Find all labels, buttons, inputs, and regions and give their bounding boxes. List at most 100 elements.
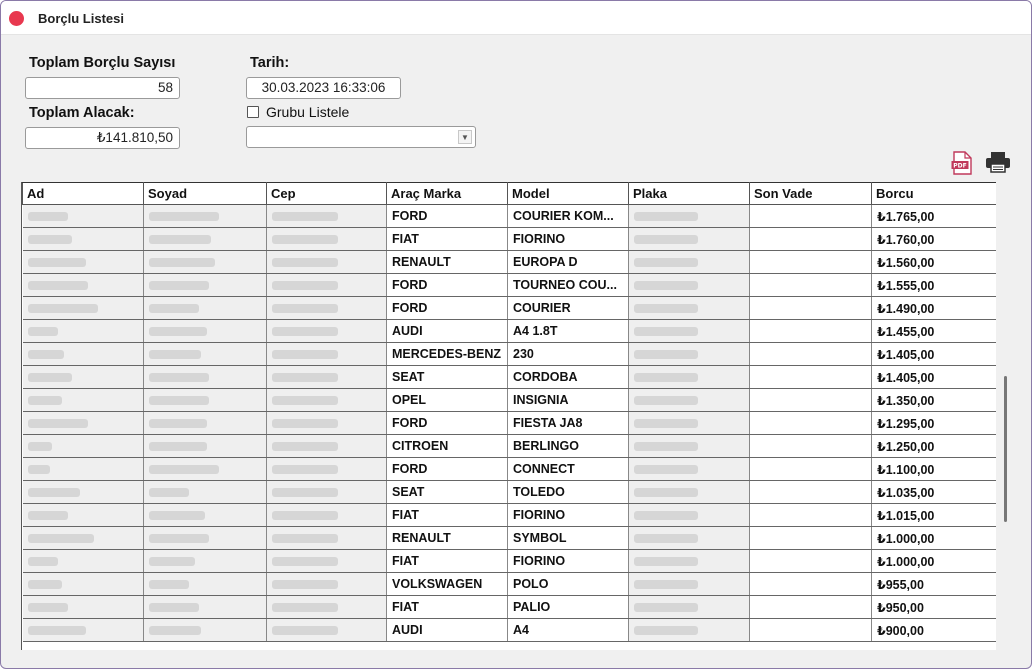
cell-soyad	[143, 319, 267, 343]
redacted-bar	[149, 603, 199, 613]
cell-borcu: ₺900,00	[871, 618, 996, 642]
redacted-bar	[634, 327, 698, 337]
redacted-bar	[272, 235, 338, 245]
cell-model: FIESTA JA8	[507, 411, 629, 435]
table-row[interactable]: RENAULT EUROPA D ₺1.560,00	[22, 250, 996, 274]
cell-ad	[22, 595, 144, 619]
table-row[interactable]: FIAT FIORINO ₺1.000,00	[22, 549, 996, 573]
cell-ad	[22, 365, 144, 389]
table-row[interactable]: FORD FIESTA JA8 ₺1.295,00	[22, 411, 996, 435]
group-list-checkbox[interactable]	[247, 106, 259, 118]
date-label: Tarih:	[250, 55, 290, 71]
cell-model: EUROPA D	[507, 250, 629, 274]
column-header[interactable]: Son Vade	[749, 182, 872, 205]
cell-marka: FORD	[386, 296, 508, 320]
cell-cep	[266, 388, 387, 412]
scrollbar[interactable]	[998, 182, 1016, 650]
table-row[interactable]: FORD CONNECT ₺1.100,00	[22, 457, 996, 481]
table-row[interactable]: FORD COURIER ₺1.490,00	[22, 296, 996, 320]
cell-cep	[266, 457, 387, 481]
table-row[interactable]: FIAT FIORINO ₺1.760,00	[22, 227, 996, 251]
cell-marka: FIAT	[386, 595, 508, 619]
table-row[interactable]: RENAULT SYMBOL ₺1.000,00	[22, 526, 996, 550]
total-receivable-field[interactable]: ₺141.810,50	[25, 127, 180, 149]
cell-borcu: ₺1.760,00	[871, 227, 996, 251]
cell-son-vade	[749, 204, 872, 228]
table-row[interactable]: FORD TOURNEO COU... ₺1.555,00	[22, 273, 996, 297]
close-icon[interactable]	[9, 11, 24, 26]
cell-plaka	[628, 572, 750, 596]
cell-marka: MERCEDES-BENZ	[386, 342, 508, 366]
table-row[interactable]: SEAT CORDOBA ₺1.405,00	[22, 365, 996, 389]
cell-plaka	[628, 273, 750, 297]
cell-borcu: ₺1.560,00	[871, 250, 996, 274]
cell-borcu: ₺1.000,00	[871, 549, 996, 573]
redacted-bar	[634, 350, 698, 360]
column-header[interactable]: Ad	[22, 182, 144, 205]
redacted-bar	[634, 304, 698, 314]
cell-borcu: ₺1.405,00	[871, 342, 996, 366]
redacted-bar	[634, 465, 698, 475]
redacted-bar	[149, 396, 209, 406]
table-row[interactable]: CITROEN BERLINGO ₺1.250,00	[22, 434, 996, 458]
cell-soyad	[143, 618, 267, 642]
cell-plaka	[628, 319, 750, 343]
cell-son-vade	[749, 503, 872, 527]
redacted-bar	[634, 281, 698, 291]
cell-cep	[266, 434, 387, 458]
cell-cep	[266, 365, 387, 389]
pdf-icon[interactable]: PDF	[951, 151, 973, 175]
redacted-bar	[27, 327, 58, 337]
table-row[interactable]: FIAT PALIO ₺950,00	[22, 595, 996, 619]
table-row[interactable]: SEAT TOLEDO ₺1.035,00	[22, 480, 996, 504]
total-debtor-count-field[interactable]: 58	[25, 77, 180, 99]
cell-ad	[22, 388, 144, 412]
redacted-bar	[27, 557, 58, 567]
column-header[interactable]: Araç Marka	[386, 182, 508, 205]
group-select[interactable]: ▼	[246, 126, 476, 148]
cell-cep	[266, 250, 387, 274]
table-row[interactable]: AUDI A4 ₺900,00	[22, 618, 996, 642]
column-header[interactable]: Borcu	[871, 182, 996, 205]
cell-cep	[266, 273, 387, 297]
cell-soyad	[143, 411, 267, 435]
redacted-bar	[634, 235, 698, 245]
printer-icon[interactable]	[985, 151, 1011, 173]
redacted-bar	[27, 258, 86, 268]
table-row[interactable]: FIAT FIORINO ₺1.015,00	[22, 503, 996, 527]
table-row[interactable]: VOLKSWAGEN POLO ₺955,00	[22, 572, 996, 596]
table-row[interactable]: OPEL INSIGNIA ₺1.350,00	[22, 388, 996, 412]
redacted-bar	[149, 580, 189, 590]
table-row[interactable]: FORD COURIER KOM... ₺1.765,00	[22, 204, 996, 228]
scrollbar-thumb[interactable]	[1004, 376, 1007, 522]
column-header[interactable]: Soyad	[143, 182, 267, 205]
redacted-bar	[27, 465, 50, 475]
cell-borcu: ₺1.555,00	[871, 273, 996, 297]
cell-marka: FORD	[386, 273, 508, 297]
cell-plaka	[628, 457, 750, 481]
redacted-bar	[27, 212, 68, 222]
column-header[interactable]: Cep	[266, 182, 387, 205]
column-header[interactable]: Plaka	[628, 182, 750, 205]
redacted-bar	[634, 511, 698, 521]
cell-plaka	[628, 549, 750, 573]
chevron-down-icon[interactable]: ▼	[458, 130, 472, 144]
table-body: FORD COURIER KOM... ₺1.765,00 FIAT FIORINO ₺1…	[22, 204, 996, 642]
redacted-bar	[27, 304, 98, 314]
cell-model: A4 1.8T	[507, 319, 629, 343]
column-header[interactable]: Model	[507, 182, 629, 205]
cell-soyad	[143, 434, 267, 458]
table-row[interactable]: MERCEDES-BENZ 230 ₺1.405,00	[22, 342, 996, 366]
cell-soyad	[143, 365, 267, 389]
cell-model: FIORINO	[507, 227, 629, 251]
cell-ad	[22, 503, 144, 527]
redacted-bar	[272, 304, 338, 314]
cell-plaka	[628, 434, 750, 458]
redacted-bar	[149, 235, 211, 245]
cell-soyad	[143, 296, 267, 320]
redacted-bar	[149, 511, 205, 521]
cell-marka: FIAT	[386, 503, 508, 527]
table-row[interactable]: AUDI A4 1.8T ₺1.455,00	[22, 319, 996, 343]
date-field[interactable]: 30.03.2023 16:33:06	[246, 77, 401, 99]
debtor-list-window: Borçlu Listesi Toplam Borçlu Sayısı 58 T…	[0, 0, 1032, 669]
